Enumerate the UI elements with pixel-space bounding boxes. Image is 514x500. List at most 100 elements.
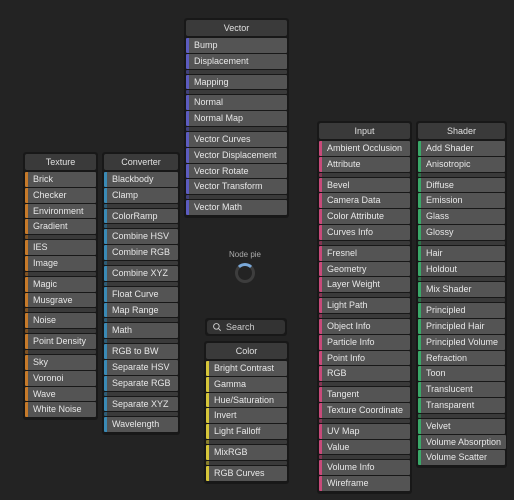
menu-item-label — [322, 293, 410, 297]
menu-item[interactable]: Mapping — [186, 75, 287, 90]
menu-item[interactable]: Normal Map — [186, 111, 287, 126]
menu-item[interactable]: Gradient — [25, 219, 96, 234]
menu-item[interactable]: Clamp — [104, 188, 178, 203]
menu-item-label — [28, 235, 96, 239]
menu-item[interactable]: Noise — [25, 313, 96, 328]
menu-item[interactable]: Wave — [25, 387, 96, 402]
menu-item[interactable]: Math — [104, 323, 178, 338]
category-stripe — [319, 293, 322, 297]
search-box[interactable]: Search — [205, 318, 287, 336]
menu-item[interactable]: Point Info — [319, 351, 410, 366]
menu-item[interactable]: Gamma — [206, 377, 287, 392]
menu-item[interactable]: Refraction — [418, 351, 505, 366]
menu-item[interactable]: Diffuse — [418, 178, 505, 193]
menu-item[interactable]: Displacement — [186, 54, 287, 69]
menu-item[interactable]: Principled Volume — [418, 335, 505, 350]
menu-item[interactable]: Volume Info — [319, 460, 410, 475]
menu-item[interactable]: Tangent — [319, 387, 410, 402]
menu-item[interactable]: Wireframe — [319, 476, 410, 491]
menu-item[interactable]: Map Range — [104, 303, 178, 318]
menu-item[interactable]: MixRGB — [206, 445, 287, 460]
menu-item[interactable]: Checker — [25, 188, 96, 203]
panel-header-texture: Texture — [25, 154, 96, 170]
menu-item[interactable]: Translucent — [418, 382, 505, 397]
menu-separator — [25, 272, 96, 276]
menu-item[interactable]: Blackbody — [104, 172, 178, 187]
menu-item[interactable]: Texture Coordinate — [319, 403, 410, 418]
menu-item[interactable]: Combine XYZ — [104, 266, 178, 281]
menu-item[interactable]: Principled Hair — [418, 319, 505, 334]
menu-item[interactable]: Light Path — [319, 298, 410, 313]
menu-item[interactable]: Wavelength — [104, 417, 178, 432]
menu-item[interactable]: Environment — [25, 204, 96, 219]
menu-item[interactable]: RGB Curves — [206, 466, 287, 481]
menu-item[interactable]: Camera Data — [319, 193, 410, 208]
menu-item[interactable]: Separate HSV — [104, 360, 178, 375]
menu-item[interactable]: Float Curve — [104, 287, 178, 302]
menu-item[interactable]: Glass — [418, 209, 505, 224]
menu-item[interactable]: Combine RGB — [104, 245, 178, 260]
menu-item-label — [322, 173, 410, 177]
menu-item[interactable]: RGB — [319, 366, 410, 381]
menu-item[interactable]: Emission — [418, 193, 505, 208]
menu-item[interactable]: Light Falloff — [206, 424, 287, 439]
menu-item[interactable]: Ambient Occlusion — [319, 141, 410, 156]
menu-item[interactable]: Separate RGB — [104, 376, 178, 391]
menu-item[interactable]: Magic — [25, 277, 96, 292]
menu-item[interactable]: Glossy — [418, 225, 505, 240]
node-pie-label: Node pie — [215, 250, 275, 259]
menu-item[interactable]: Image — [25, 256, 96, 271]
menu-item[interactable]: Geometry — [319, 262, 410, 277]
menu-separator — [418, 241, 505, 245]
menu-item[interactable]: Invert — [206, 408, 287, 423]
menu-item-label: Musgrave — [28, 293, 96, 308]
menu-item[interactable]: Mix Shader — [418, 282, 505, 297]
menu-item[interactable]: Bevel — [319, 178, 410, 193]
menu-item[interactable]: Add Shader — [418, 141, 505, 156]
menu-item[interactable]: Attribute — [319, 157, 410, 172]
menu-item[interactable]: Hair — [418, 246, 505, 261]
menu-item[interactable]: Layer Weight — [319, 277, 410, 292]
menu-item[interactable]: Volume Scatter — [418, 450, 505, 465]
menu-item[interactable]: Fresnel — [319, 246, 410, 261]
menu-item[interactable]: IES — [25, 240, 96, 255]
menu-item[interactable]: Musgrave — [25, 293, 96, 308]
menu-item[interactable]: UV Map — [319, 424, 410, 439]
menu-item[interactable]: Sky — [25, 355, 96, 370]
menu-item[interactable]: Vector Math — [186, 200, 287, 215]
menu-item[interactable]: Brick — [25, 172, 96, 187]
menu-item[interactable]: RGB to BW — [104, 344, 178, 359]
menu-item[interactable]: Combine HSV — [104, 229, 178, 244]
menu-item[interactable]: Vector Rotate — [186, 164, 287, 179]
menu-item[interactable]: ColorRamp — [104, 209, 178, 224]
menu-item[interactable]: Color Attribute — [319, 209, 410, 224]
menu-item-label: Invert — [209, 408, 287, 423]
menu-item[interactable]: Volume Absorption — [418, 435, 505, 450]
menu-item[interactable]: Vector Curves — [186, 132, 287, 147]
menu-item-label: Hue/Saturation — [209, 393, 287, 408]
menu-item[interactable]: Bright Contrast — [206, 361, 287, 376]
menu-item[interactable]: Separate XYZ — [104, 397, 178, 412]
menu-item[interactable]: Value — [319, 440, 410, 455]
menu-item[interactable]: Point Density — [25, 334, 96, 349]
menu-item[interactable]: Vector Transform — [186, 179, 287, 194]
category-stripe — [418, 241, 421, 245]
menu-item[interactable]: White Noise — [25, 402, 96, 417]
menu-item[interactable]: Transparent — [418, 398, 505, 413]
menu-item[interactable]: Holdout — [418, 262, 505, 277]
menu-item[interactable]: Principled — [418, 303, 505, 318]
menu-item-label: Glossy — [421, 225, 505, 240]
menu-item[interactable]: Particle Info — [319, 335, 410, 350]
menu-item[interactable]: Object Info — [319, 319, 410, 334]
menu-item[interactable]: Vector Displacement — [186, 148, 287, 163]
menu-item[interactable]: Bump — [186, 38, 287, 53]
menu-item[interactable]: Hue/Saturation — [206, 393, 287, 408]
category-stripe — [206, 440, 209, 444]
menu-item[interactable]: Anisotropic — [418, 157, 505, 172]
menu-item[interactable]: Velvet — [418, 419, 505, 434]
menu-item[interactable]: Curves Info — [319, 225, 410, 240]
menu-item[interactable]: Voronoi — [25, 371, 96, 386]
menu-item[interactable]: Toon — [418, 366, 505, 381]
menu-separator — [186, 70, 287, 74]
menu-item[interactable]: Normal — [186, 95, 287, 110]
